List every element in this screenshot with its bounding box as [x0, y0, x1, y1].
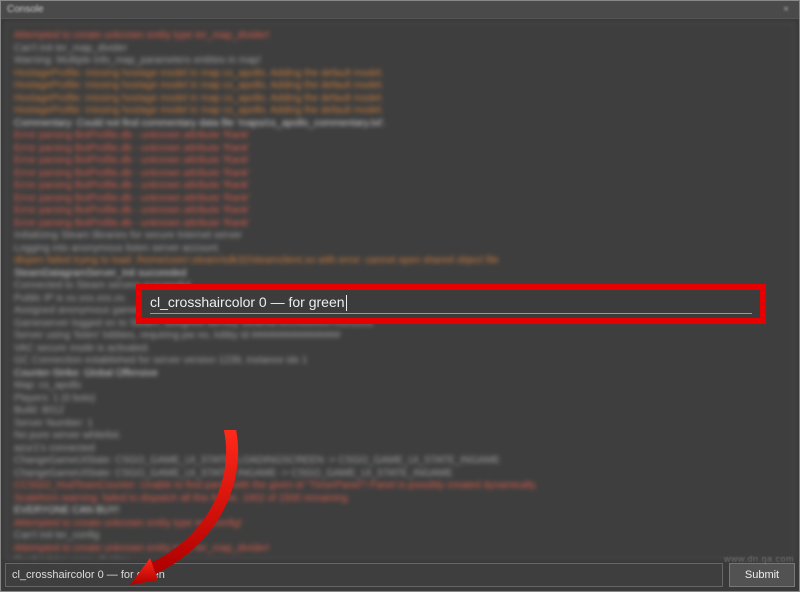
log-line: HostageProfile: missing hostage model in…	[14, 93, 786, 106]
log-line: HostageProfile: missing hostage model in…	[14, 105, 786, 118]
log-line: Error parsing BotProfile.db - unknown at…	[14, 193, 786, 206]
log-line: EVERYONE CAN BUY!	[14, 505, 786, 518]
close-icon[interactable]: ×	[779, 3, 793, 17]
log-line: Error parsing BotProfile.db - unknown at…	[14, 218, 786, 231]
log-line: Map: cs_apollo	[14, 380, 786, 393]
tutorial-highlight-text: cl_crosshaircolor 0 — for green	[150, 294, 345, 310]
log-line: Logging into anonymous listen server acc…	[14, 243, 786, 256]
window-title: Console	[7, 4, 779, 15]
watermark: www.dn.qa.com	[724, 554, 794, 564]
log-line: dlopen failed trying to load: /home/user…	[14, 255, 786, 268]
log-line: SteamDatagramServer_Init succeeded	[14, 268, 786, 281]
log-line: Can't init ter_map_divider	[14, 43, 786, 56]
log-line: Error parsing BotProfile.db - unknown at…	[14, 130, 786, 143]
log-line: GC Connection established for server ver…	[14, 355, 786, 368]
log-line: ChangeGameUIState: CSGO_GAME_UI_STATE_LO…	[14, 455, 786, 468]
log-line: Can't init ter_map_divider	[14, 555, 786, 559]
log-line: Error parsing BotProfile.db - unknown at…	[14, 143, 786, 156]
log-line: Attempted to create unknown entity type …	[14, 518, 786, 531]
log-line: Build: 8012	[14, 405, 786, 418]
text-caret	[346, 295, 347, 311]
log-line: Attempted to create unknown entity type …	[14, 543, 786, 556]
log-line: Server Number: 1	[14, 418, 786, 431]
titlebar: Console ×	[1, 1, 799, 19]
log-line: Error parsing BotProfile.db - unknown at…	[14, 168, 786, 181]
log-line: HostageProfile: missing hostage model in…	[14, 80, 786, 93]
log-line: azur1's connected	[14, 443, 786, 456]
log-line: No pure server whitelist.	[14, 430, 786, 443]
log-line: Warning: Multiple info_map_parameters en…	[14, 55, 786, 68]
log-line: Counter-Strike: Global Offensive	[14, 368, 786, 381]
log-line: Commentary: Could not find commentary da…	[14, 118, 786, 131]
log-line: Error parsing BotProfile.db - unknown at…	[14, 155, 786, 168]
log-line: HostageProfile: missing hostage model in…	[14, 68, 786, 81]
log-line: ChangeGameUIState: CSGO_GAME_UI_STATE_IN…	[14, 468, 786, 481]
log-line: Can't init ter_config	[14, 530, 786, 543]
log-line: Error parsing BotProfile.db - unknown at…	[14, 180, 786, 193]
log-line: Scaleform warning: failed to dispatch al…	[14, 493, 786, 506]
input-row: Submit	[5, 563, 795, 587]
log-line: Players: 1 (0 bots)	[14, 393, 786, 406]
console-input[interactable]	[5, 563, 723, 587]
log-line: VAC secure mode is activated.	[14, 343, 786, 356]
log-line: CCSGO_HudTeamCounter: Unable to find pan…	[14, 480, 786, 493]
tutorial-highlight-input[interactable]: cl_crosshaircolor 0 — for green	[150, 294, 752, 314]
log-line: Attempted to create unknown entity type …	[14, 30, 786, 43]
log-line: Error parsing BotProfile.db - unknown at…	[14, 205, 786, 218]
log-line: Initializing Steam libraries for secure …	[14, 230, 786, 243]
submit-button[interactable]: Submit	[729, 563, 795, 587]
tutorial-highlight: cl_crosshaircolor 0 — for green	[136, 284, 766, 324]
log-line: Server using 'listen' lobbies, requiring…	[14, 330, 786, 343]
